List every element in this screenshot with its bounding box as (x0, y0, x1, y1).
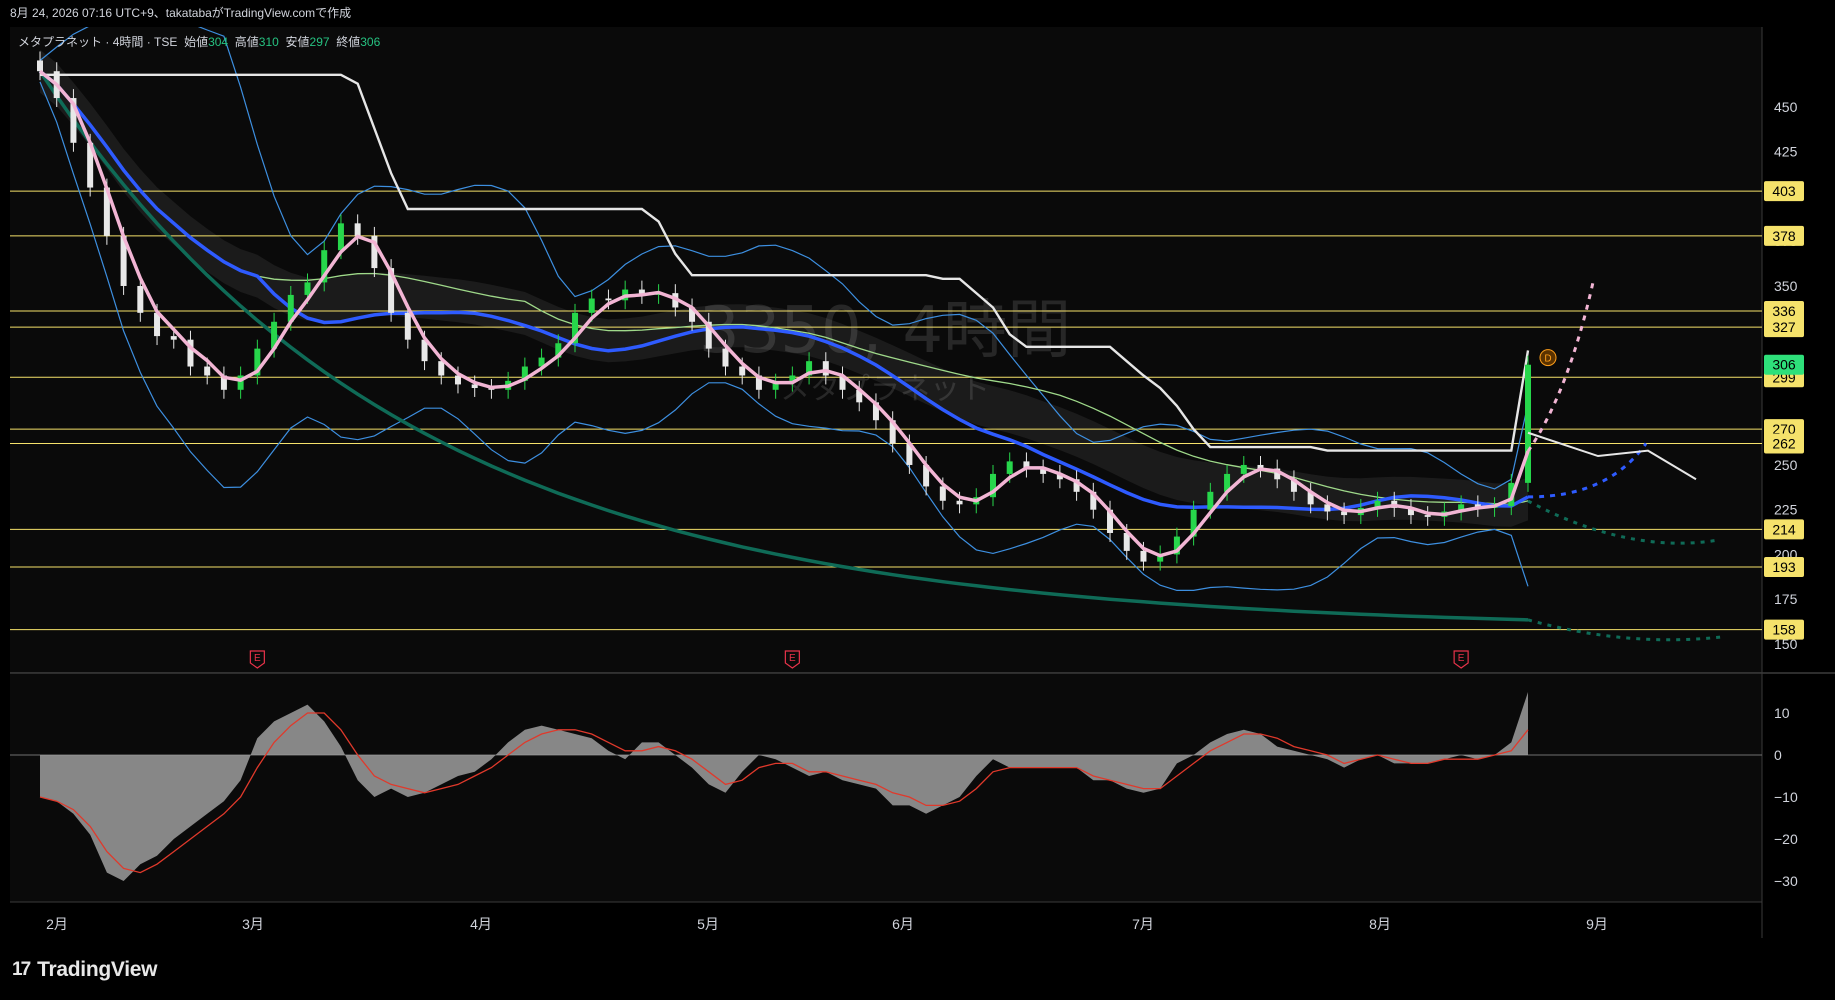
candle-body (204, 366, 211, 376)
candle-body (1424, 515, 1431, 517)
candle-body (170, 336, 177, 340)
candle-body (722, 348, 729, 367)
earnings-marker-label: E (254, 653, 261, 664)
level-badge-label: 378 (1772, 228, 1796, 244)
candle-body (605, 298, 612, 301)
low-value: 297 (309, 35, 330, 49)
time-tick-label: 5月 (697, 916, 719, 932)
symbol-legend: メタプラネット · 4時間 · TSE 始値304 高値310 安値297 終値… (18, 35, 381, 49)
candle-body (1006, 461, 1013, 474)
price-tick-label: 425 (1774, 144, 1798, 160)
exchange-label: TSE (154, 35, 178, 49)
time-tick-label: 4月 (470, 916, 492, 932)
footer: 17 TradingView (0, 938, 1835, 1000)
time-tick-label: 7月 (1132, 916, 1154, 932)
level-badge-label: 327 (1772, 319, 1796, 335)
candle-body (354, 223, 361, 236)
candle-body (1140, 550, 1147, 562)
chart-caption: 8月 24, 2026 07:16 UTC+9、takatabaがTrading… (0, 0, 1835, 27)
price-tick-label: 450 (1774, 99, 1798, 115)
price-tick-label: 175 (1774, 591, 1798, 607)
level-badge-label: 214 (1772, 521, 1796, 537)
macd-tick-label: −20 (1774, 831, 1798, 847)
candle-body (304, 282, 311, 295)
open-label: 始値 (184, 35, 209, 49)
candle-body (939, 486, 946, 501)
candle-body (822, 361, 829, 376)
tradingview-logo[interactable]: 17 TradingView (12, 958, 157, 982)
low-label: 安値 (285, 35, 310, 49)
candle-body (739, 366, 746, 376)
level-badge-label: 336 (1772, 303, 1796, 319)
macd-tick-label: −10 (1774, 789, 1798, 805)
open-value: 304 (208, 35, 229, 49)
candle-body (1525, 364, 1531, 483)
time-tick-label: 6月 (892, 916, 914, 932)
level-badge-label: 158 (1772, 622, 1796, 638)
time-tick-label: 8月 (1369, 916, 1391, 932)
level-badge-label: 403 (1772, 183, 1796, 199)
interval-label: 4時間 (112, 35, 144, 49)
candle-body (438, 361, 445, 376)
high-value: 310 (258, 35, 279, 49)
candle-body (404, 312, 411, 340)
current-price-label: 306 (1772, 357, 1796, 373)
level-badge-label: 262 (1772, 435, 1796, 451)
price-tick-label: 350 (1774, 278, 1798, 294)
macd-tick-label: 10 (1774, 705, 1790, 721)
price-tick-label: 225 (1774, 502, 1798, 518)
chart-area[interactable]: 3350, 4時間メタプラネットEEED45042537535025022520… (0, 27, 1835, 938)
symbol-name: メタプラネット (18, 35, 103, 49)
time-tick-label: 3月 (242, 916, 264, 932)
close-label: 終値 (336, 35, 361, 49)
candle-body (137, 285, 144, 313)
earnings-marker-label: E (1458, 653, 1465, 664)
dividend-marker-label: D (1544, 354, 1551, 365)
candle-body (1240, 464, 1247, 474)
price-tick-label: 250 (1774, 457, 1798, 473)
macd-tick-label: −30 (1774, 873, 1798, 889)
high-label: 高値 (234, 35, 259, 49)
candle-body (588, 298, 595, 313)
candle-body (37, 60, 43, 72)
close-value: 306 (360, 35, 381, 49)
candle-body (1207, 491, 1214, 510)
tradingview-logo-text: TradingView (37, 958, 158, 981)
candle-body (337, 223, 344, 251)
time-tick-label: 2月 (46, 916, 68, 932)
tradingview-logo-icon: 17 (12, 959, 31, 980)
candle-body (956, 500, 963, 505)
level-badge-label: 193 (1772, 559, 1796, 575)
macd-tick-label: 0 (1774, 747, 1782, 763)
time-tick-label: 9月 (1586, 916, 1608, 932)
candle-body (454, 375, 461, 385)
earnings-marker-label: E (789, 653, 796, 664)
